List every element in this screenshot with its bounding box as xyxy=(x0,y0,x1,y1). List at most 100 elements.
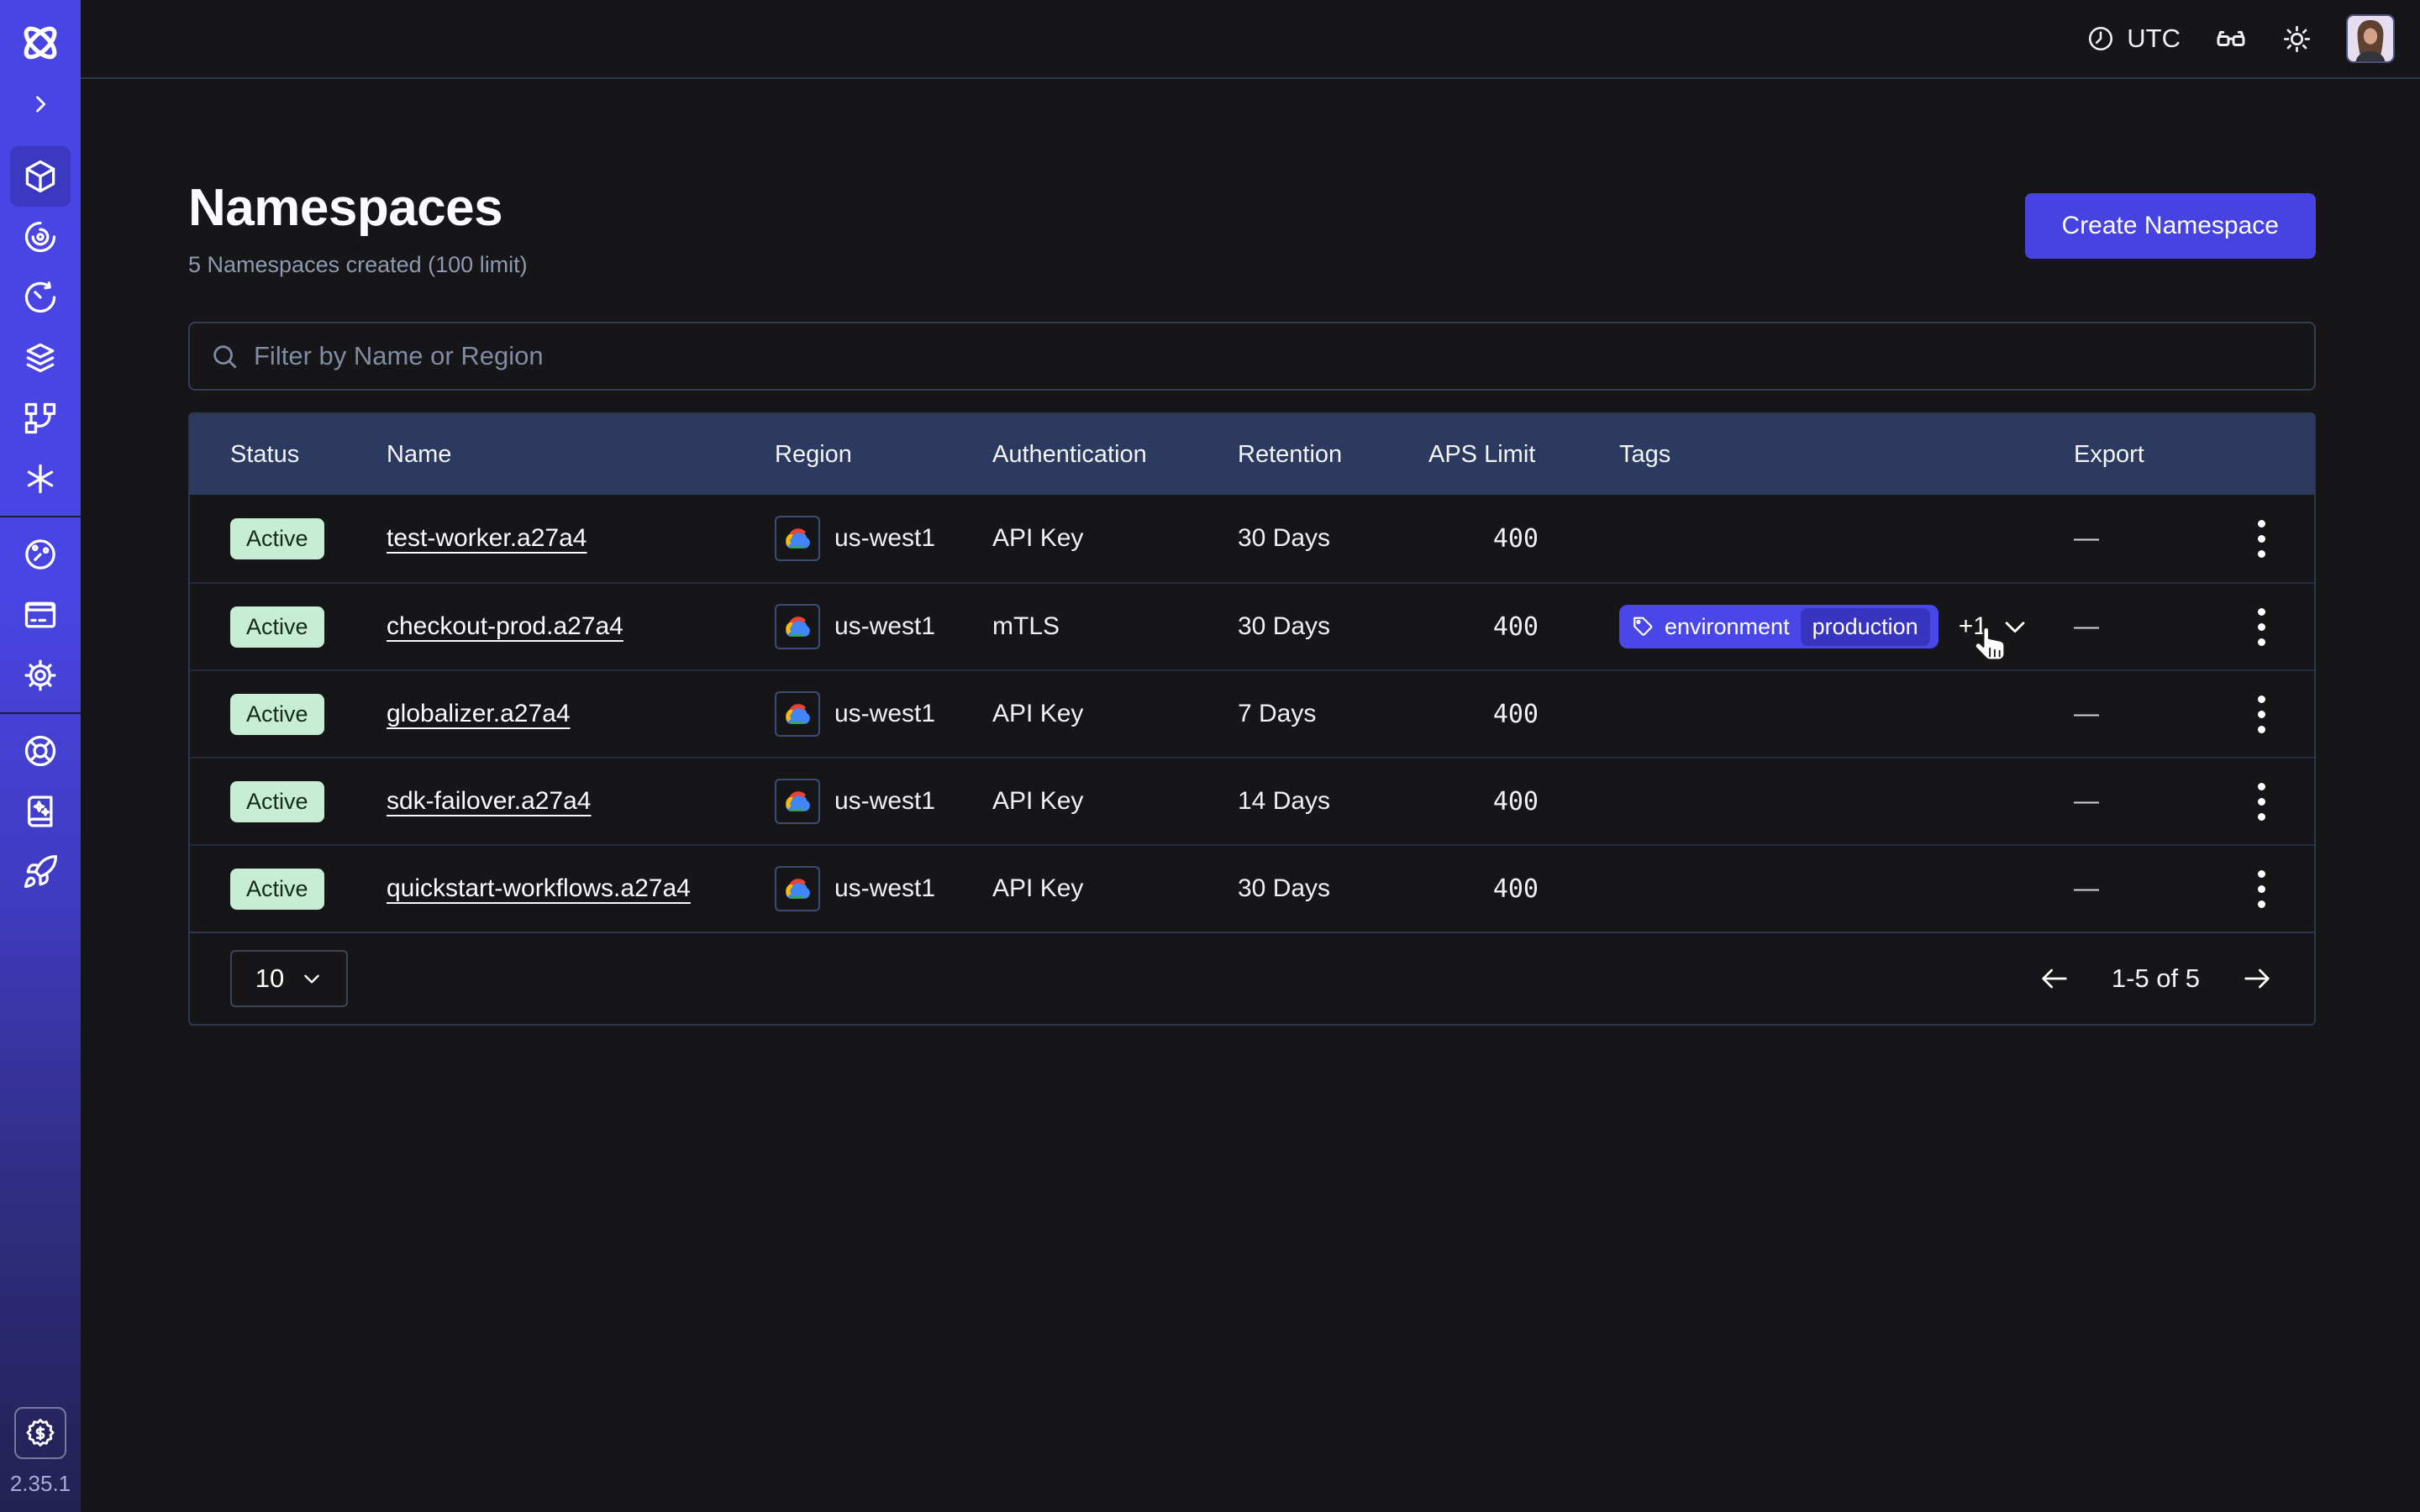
labs-glasses-button[interactable] xyxy=(2214,22,2248,55)
table-footer: 10 1-5 of 5 xyxy=(190,932,2314,1024)
topbar: UTC xyxy=(81,0,2420,79)
tag-key: environment xyxy=(1665,614,1790,640)
page-size-select[interactable]: 10 xyxy=(230,950,348,1007)
usage-dollar-button[interactable] xyxy=(14,1407,66,1459)
sidebar-item-deployments[interactable] xyxy=(10,388,71,449)
support-lifebuoy-icon xyxy=(22,732,59,769)
sidebar-divider xyxy=(0,516,81,517)
sidebar-item-support[interactable] xyxy=(10,721,71,781)
usage-gauge-icon xyxy=(22,536,59,573)
sidebar-item-billing[interactable] xyxy=(10,585,71,645)
row-menu-button[interactable] xyxy=(2249,862,2274,916)
sidebar: 2.35.1 xyxy=(0,0,81,1512)
col-retention: Retention xyxy=(1238,441,1428,469)
sidebar-item-settings[interactable] xyxy=(10,645,71,706)
search-icon xyxy=(210,342,239,370)
page-size-value: 10 xyxy=(255,963,284,994)
filter-input[interactable] xyxy=(254,341,2294,371)
sidebar-item-namespaces[interactable] xyxy=(10,146,71,207)
status-badge: Active xyxy=(230,869,324,910)
namespace-link[interactable]: sdk-failover.a27a4 xyxy=(387,787,592,815)
page-title: Namespaces xyxy=(188,176,528,240)
glasses-icon xyxy=(2214,22,2248,55)
col-name: Name xyxy=(387,441,775,469)
sidebar-item-schedules[interactable] xyxy=(10,267,71,328)
row-menu-button[interactable] xyxy=(2249,774,2274,829)
aps-limit-value: 400 xyxy=(1428,612,1539,642)
next-page-button[interactable] xyxy=(2240,962,2274,995)
table-row: Active quickstart-workflows.a27a4 us-wes… xyxy=(190,844,2314,932)
gcp-region-icon xyxy=(775,691,820,737)
sidebar-item-docs[interactable] xyxy=(10,781,71,842)
namespace-link[interactable]: test-worker.a27a4 xyxy=(387,524,587,552)
sun-icon xyxy=(2281,24,2312,55)
auth-value: API Key xyxy=(992,700,1238,728)
retention-value: 14 Days xyxy=(1238,787,1428,816)
export-value: — xyxy=(2054,700,2244,728)
retention-value: 7 Days xyxy=(1238,700,1428,728)
auth-value: mTLS xyxy=(992,612,1238,641)
aps-limit-value: 400 xyxy=(1428,524,1539,554)
app-version: 2.35.1 xyxy=(10,1471,71,1497)
create-namespace-button[interactable]: Create Namespace xyxy=(2025,193,2316,259)
quickstart-rocket-icon xyxy=(22,853,59,890)
clock-icon xyxy=(2086,24,2115,53)
docs-book-icon xyxy=(22,793,59,830)
timezone-label: UTC xyxy=(2127,24,2181,54)
namespace-link[interactable]: globalizer.a27a4 xyxy=(387,700,571,727)
export-value: — xyxy=(2054,524,2244,553)
tag-value: production xyxy=(1801,608,1930,646)
table-row: Active checkout-prod.a27a4 us-west1 mTLS… xyxy=(190,582,2314,669)
theme-toggle-button[interactable] xyxy=(2281,24,2312,55)
chevron-down-icon xyxy=(2001,612,2029,641)
row-menu-button[interactable] xyxy=(2249,512,2274,566)
auth-value: API Key xyxy=(992,787,1238,816)
chevron-down-icon xyxy=(301,968,323,990)
region-label: us-west1 xyxy=(834,524,935,553)
col-status: Status xyxy=(230,441,387,469)
export-value: — xyxy=(2054,874,2244,903)
gcp-region-icon xyxy=(775,779,820,824)
col-region: Region xyxy=(775,441,992,469)
aps-limit-value: 400 xyxy=(1428,874,1539,904)
arrow-left-icon xyxy=(2038,962,2071,995)
tags-more-count: +1 xyxy=(1959,612,1987,641)
region-label: us-west1 xyxy=(834,787,935,816)
row-menu-button[interactable] xyxy=(2249,600,2274,654)
user-avatar[interactable] xyxy=(2346,14,2395,63)
pagination-range: 1-5 of 5 xyxy=(2112,963,2200,994)
region-label: us-west1 xyxy=(834,874,935,903)
namespace-link[interactable]: quickstart-workflows.a27a4 xyxy=(387,874,691,902)
monitor-spiral-icon xyxy=(22,218,59,255)
tag-pill[interactable]: environment production xyxy=(1619,605,1939,648)
sidebar-item-usage[interactable] xyxy=(10,524,71,585)
arrow-right-icon xyxy=(2240,962,2274,995)
aps-limit-value: 400 xyxy=(1428,787,1539,816)
sidebar-item-nexus[interactable] xyxy=(10,449,71,509)
prev-page-button[interactable] xyxy=(2038,962,2071,995)
retention-value: 30 Days xyxy=(1238,874,1428,903)
namespaces-table: Status Name Region Authentication Retent… xyxy=(188,412,2316,1026)
status-badge: Active xyxy=(230,781,324,822)
timezone-button[interactable]: UTC xyxy=(2086,24,2181,54)
gcp-region-icon xyxy=(775,604,820,649)
region-label: us-west1 xyxy=(834,612,935,641)
export-value: — xyxy=(2054,612,2244,641)
col-tags: Tags xyxy=(1539,441,2054,469)
row-menu-button[interactable] xyxy=(2249,687,2274,742)
main-content: Namespaces 5 Namespaces created (100 lim… xyxy=(81,176,2420,1026)
tags-more-button[interactable]: +1 xyxy=(1959,612,2029,641)
table-row: Active globalizer.a27a4 us-west1 API Key… xyxy=(190,669,2314,757)
retention-value: 30 Days xyxy=(1238,524,1428,553)
status-badge: Active xyxy=(230,694,324,735)
auth-value: API Key xyxy=(992,874,1238,903)
sidebar-item-monitor[interactable] xyxy=(10,207,71,267)
aps-limit-value: 400 xyxy=(1428,700,1539,729)
namespaces-cube-icon xyxy=(22,158,59,195)
sidebar-item-stack[interactable] xyxy=(10,328,71,388)
sidebar-collapse-button[interactable] xyxy=(10,81,71,128)
namespace-link[interactable]: checkout-prod.a27a4 xyxy=(387,612,623,640)
sidebar-divider xyxy=(0,712,81,714)
sidebar-item-quickstart[interactable] xyxy=(10,842,71,902)
auth-value: API Key xyxy=(992,524,1238,553)
